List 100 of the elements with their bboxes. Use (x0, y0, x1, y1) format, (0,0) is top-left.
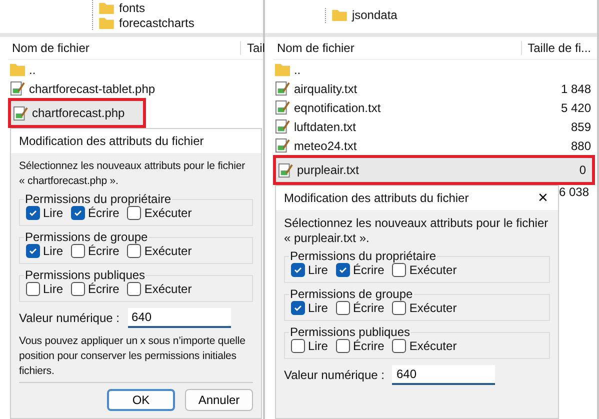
checkbox-label[interactable]: Lire (308, 339, 328, 353)
checkbox[interactable] (127, 206, 142, 220)
checkbox-label[interactable]: Lire (308, 263, 328, 277)
folder-icon (99, 2, 114, 14)
file-row[interactable]: chartforecast.php (8, 98, 146, 128)
checkbox-label[interactable]: Exécuter (409, 263, 457, 277)
file-size: 1 848 (560, 82, 591, 96)
numeric-input[interactable]: 640 (392, 365, 496, 385)
checkbox[interactable] (290, 301, 305, 315)
column-header[interactable]: Tail (240, 41, 263, 55)
checkbox[interactable] (290, 263, 305, 277)
checkbox[interactable] (336, 339, 350, 353)
file-row[interactable]: .. (272, 60, 597, 79)
file-row[interactable]: meteo24.txt 880 (272, 136, 597, 155)
checkbox[interactable] (71, 244, 86, 258)
checkmark-icon (292, 265, 303, 275)
checkbox-label[interactable]: Écrire (88, 282, 120, 296)
folder-icon (99, 16, 114, 28)
folder-icon (274, 62, 290, 77)
group-title: Permissions du propriétaire (288, 249, 438, 263)
checkmark-icon (338, 265, 348, 275)
checkbox-label[interactable]: Lire (43, 282, 64, 296)
file-size: 5 420 (560, 100, 591, 114)
checkmark-icon (73, 208, 84, 218)
file-size: 0 (579, 163, 586, 177)
checkbox[interactable] (392, 301, 406, 315)
dialog-message: « chartforecast.php ». (19, 174, 120, 189)
checkbox-label[interactable]: Exécuter (144, 206, 192, 220)
checkbox-label[interactable]: Écrire (352, 339, 384, 353)
file-name: chartforecast-tablet.php (29, 82, 156, 96)
checkmark-icon (292, 303, 303, 313)
group-title: Permissions de groupe (288, 287, 414, 301)
file-name: eqnotification.txt (294, 100, 382, 114)
checkbox-label[interactable]: Écrire (88, 244, 120, 258)
checkbox-label[interactable]: Lire (43, 244, 64, 258)
file-name: meteo24.txt (294, 138, 358, 152)
group-title: Permissions de groupe (24, 230, 149, 244)
checkbox-label[interactable]: Écrire (88, 206, 120, 220)
file-name: .. (294, 62, 302, 76)
file-size: 880 (570, 138, 591, 152)
close-button[interactable]: × (536, 188, 550, 208)
checkbox[interactable] (26, 206, 40, 220)
file-name: chartforecast.php (32, 106, 126, 120)
file-size: 6 038 (558, 185, 589, 199)
checkbox[interactable] (336, 301, 350, 315)
checkbox-label[interactable]: Exécuter (144, 282, 192, 296)
checkbox[interactable] (26, 282, 40, 296)
dialog-message: Sélectionnez les nouveaux attributs pour le fichier (19, 159, 246, 174)
checkbox-label[interactable]: Lire (43, 206, 64, 220)
file-row[interactable]: purpleair.txt 0 (272, 155, 595, 185)
numeric-label: Valeur numérique : (19, 311, 120, 325)
checkmark-icon (28, 208, 38, 218)
checkbox-label[interactable]: Lire (308, 301, 328, 315)
column-header[interactable]: Taille de fi... (520, 41, 597, 55)
checkbox[interactable] (290, 339, 305, 353)
checkbox-label[interactable]: Écrire (352, 301, 384, 315)
file-name: .. (29, 62, 37, 76)
checkbox-label[interactable]: Exécuter (144, 244, 192, 258)
checkbox-label[interactable]: Exécuter (409, 339, 457, 353)
checkbox[interactable] (71, 282, 86, 296)
folder-icon (10, 62, 25, 77)
folder-icon (332, 9, 347, 21)
text-file-icon (278, 162, 293, 178)
checkbox[interactable] (392, 263, 406, 277)
tree-item[interactable]: fonts (119, 0, 146, 14)
dialog-title: Modification des attributs du fichier (19, 134, 204, 148)
text-file-icon (274, 81, 290, 96)
column-header[interactable]: Nom de fichier (8, 41, 240, 55)
group-title: Permissions du propriétaire (24, 192, 172, 206)
text-file-icon (274, 100, 290, 115)
tree-item[interactable]: jsondata (352, 8, 398, 22)
file-name: airquality.txt (294, 82, 358, 96)
dialog-message: Sélectionnez les nouveaux attributs pour le fichier (284, 216, 550, 231)
text-file-icon (274, 119, 290, 134)
numeric-label: Valeur numérique : (284, 368, 384, 382)
text-file-icon (274, 138, 290, 153)
file-row[interactable]: airquality.txt 1 848 (272, 79, 597, 98)
checkbox[interactable] (127, 244, 142, 258)
file-name: purpleair.txt (296, 163, 360, 177)
checkbox-label[interactable]: Exécuter (409, 301, 457, 315)
checkmark-icon (28, 246, 38, 256)
checkbox[interactable] (71, 206, 86, 220)
file-row[interactable]: eqnotification.txt 5 420 (272, 98, 597, 117)
dialog-note: Vous pouvez appliquer un x sous n’importe quelle (19, 334, 246, 349)
text-file-icon (10, 81, 25, 96)
file-row[interactable]: luftdaten.txt 859 (272, 117, 597, 136)
text-file-icon (13, 106, 28, 120)
file-row[interactable]: chartforecast-tablet.php (8, 79, 263, 98)
checkbox[interactable] (336, 263, 350, 277)
group-title: Permissions publiques (24, 268, 146, 282)
numeric-input[interactable]: 640 (128, 308, 230, 328)
column-header[interactable]: Nom de fichier (272, 41, 521, 55)
tree-item[interactable]: forecastcharts (119, 16, 194, 30)
checkbox-label[interactable]: Écrire (352, 263, 384, 277)
checkbox[interactable] (127, 282, 142, 296)
checkbox[interactable] (26, 244, 40, 258)
dialog-button[interactable]: Annuler (185, 389, 253, 411)
checkbox[interactable] (392, 339, 406, 353)
file-row[interactable]: .. (8, 60, 263, 79)
dialog-button[interactable]: OK (107, 389, 175, 411)
